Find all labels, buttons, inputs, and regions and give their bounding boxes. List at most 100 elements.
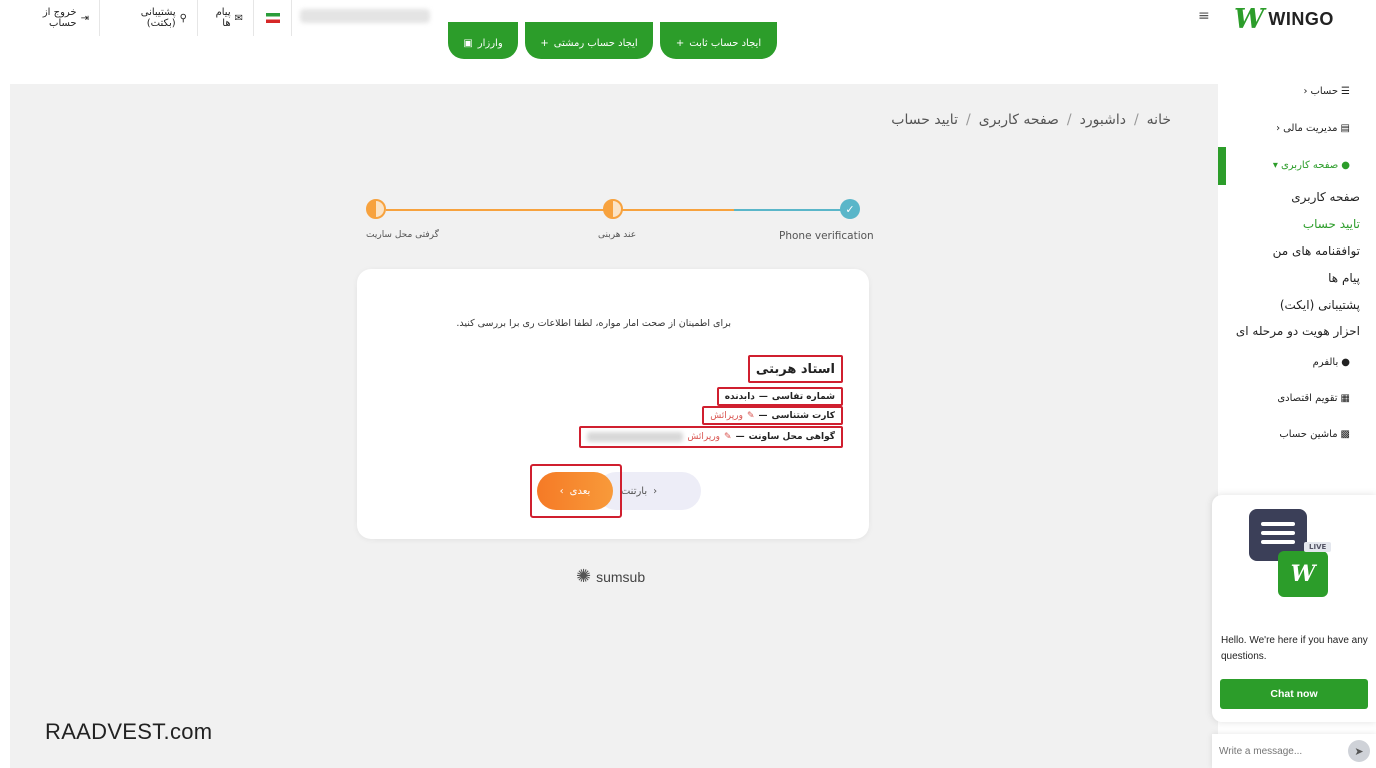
document-row-id: شماره تفاسی — دابدنده bbox=[716, 387, 843, 406]
user-icon: ● bbox=[1341, 160, 1350, 171]
pencil-icon: ✎ bbox=[746, 410, 755, 421]
sidebar-item-label: صفحه کاربری bbox=[1280, 160, 1339, 171]
sidebar-item-profile[interactable]: ● صفحه کاربری ▾ bbox=[1218, 160, 1376, 171]
plus-icon: + bbox=[540, 38, 549, 49]
sidebar-item-platform[interactable]: ● بالفرم bbox=[1218, 357, 1376, 368]
breadcrumb-home[interactable]: خانه bbox=[1147, 112, 1171, 128]
sidebar-subitem-agreements[interactable]: توافقنامه های من bbox=[1218, 244, 1376, 258]
open-demo-account-button[interactable]: + ایجاد حساب رمشتی bbox=[525, 22, 653, 59]
user-icon: ● bbox=[1341, 357, 1350, 368]
sidebar-item-account[interactable]: ☰ حساب ‹ bbox=[1218, 86, 1376, 97]
logout-icon: ⇥ bbox=[80, 12, 89, 24]
sidebar-subitem-messages[interactable]: پیام ها bbox=[1218, 271, 1376, 285]
live-chat-widget: W LIVE Hello. We're here if you have any… bbox=[1212, 495, 1376, 722]
sumsub-text: sumsub bbox=[596, 568, 646, 585]
sidebar-item-label: بالفرم bbox=[1312, 357, 1339, 368]
support-icon: ⚲ bbox=[179, 12, 187, 24]
messages-label: پیام ها bbox=[215, 7, 231, 29]
breadcrumb-separator: / bbox=[1133, 112, 1139, 128]
logo[interactable]: W WINGO bbox=[1234, 4, 1334, 35]
breadcrumb: خانه / داشبورد / صفحه کاربری / تایید حسا… bbox=[891, 112, 1171, 128]
sidebar-item-calendar[interactable]: ▦ تقویم اقتصادی bbox=[1218, 393, 1376, 404]
calendar-icon: ▦ bbox=[1340, 393, 1350, 404]
messages-button[interactable]: ✉ پیام ها bbox=[198, 0, 254, 36]
chevron-left-icon: ‹ bbox=[1303, 86, 1308, 97]
logo-mark: W bbox=[1234, 4, 1265, 35]
step-line bbox=[734, 209, 846, 211]
next-label: بعدی bbox=[569, 485, 591, 497]
chevron-down-icon: ▾ bbox=[1272, 160, 1278, 171]
step-2-indicator bbox=[603, 199, 623, 219]
logout-label: خروج از حساب bbox=[42, 7, 77, 29]
next-button[interactable]: بعدی › bbox=[537, 472, 613, 510]
sidebar-item-label: حساب bbox=[1310, 86, 1339, 97]
step-line bbox=[386, 209, 634, 211]
logout-button[interactable]: ⇥ خروج از حساب bbox=[10, 0, 100, 36]
step-1-label: Phone verification bbox=[779, 230, 874, 242]
language-selector[interactable] bbox=[254, 0, 292, 36]
deposit-icon: ▣ bbox=[463, 38, 473, 49]
row-value: دابدنده bbox=[724, 391, 755, 402]
support-label: پشتیبانی (بکتت) bbox=[140, 7, 176, 29]
document-title: استاد هربتی bbox=[755, 361, 835, 377]
document-row-address: گواهی محل ساونت — ✎ ورپرائش bbox=[579, 426, 843, 448]
step-3-label: گرفتی محل ساریت bbox=[366, 230, 439, 240]
chat-message-input[interactable] bbox=[1219, 746, 1339, 757]
document-row-idcard: کارت شتناسی — ✎ ورپرائش bbox=[702, 406, 843, 425]
row-label: کارت شتناسی bbox=[771, 410, 835, 421]
deposit-label: وارزار bbox=[477, 38, 503, 49]
row-label: گواهی محل ساونت bbox=[748, 432, 835, 442]
list-icon: ☰ bbox=[1341, 86, 1350, 97]
sidebar-subitem-2fa[interactable]: احزار هویت دو مرحله ای bbox=[1218, 324, 1376, 338]
previous-label: بارتنت bbox=[620, 485, 648, 497]
envelope-icon: ✉ bbox=[234, 12, 243, 24]
step-line bbox=[624, 209, 734, 211]
watermark: RAADVEST.com bbox=[45, 719, 213, 744]
chevron-right-icon: ‹ bbox=[653, 485, 658, 497]
step-3-indicator bbox=[366, 199, 386, 219]
open-real-label: ایجاد حساب ثابت bbox=[689, 38, 762, 49]
breadcrumb-separator: / bbox=[965, 112, 971, 128]
chevron-left-icon: › bbox=[559, 485, 564, 497]
breadcrumb-profile[interactable]: صفحه کاربری bbox=[979, 112, 1059, 128]
verification-stepper: ✓ گرفتی محل ساریت عند هربنی Phone verifi… bbox=[366, 198, 874, 248]
sumsub-icon: ✺ bbox=[576, 566, 592, 586]
live-badge: LIVE bbox=[1304, 542, 1332, 552]
plus-icon: + bbox=[675, 38, 685, 49]
sidebar-item-finance[interactable]: ▤ مدیریت مالی ‹ bbox=[1218, 123, 1376, 134]
breadcrumb-dashboard[interactable]: داشبورد bbox=[1080, 112, 1126, 128]
sidebar-item-calculator[interactable]: ▩ ماشین حساب bbox=[1218, 429, 1376, 440]
verification-card: برای اطمینان از صحت امار مواره، لطفا اطل… bbox=[357, 269, 869, 539]
send-icon[interactable]: ➤ bbox=[1348, 740, 1370, 762]
step-2-label: عند هربنی bbox=[598, 230, 637, 240]
sidebar-item-label: مدیریت مالی bbox=[1283, 123, 1338, 134]
sidebar-subitem-support[interactable]: پشتیبانی (ایکت) bbox=[1218, 298, 1376, 312]
iran-flag-icon bbox=[265, 13, 280, 23]
support-button[interactable]: ⚲ پشتیبانی (بکتت) bbox=[100, 0, 198, 36]
row-dash: — bbox=[758, 410, 768, 421]
wallet-icon: ▤ bbox=[1340, 123, 1350, 134]
sidebar-subitem-verify[interactable]: تایید حساب bbox=[1218, 217, 1376, 231]
sumsub-logo: ✺ sumsub bbox=[576, 566, 645, 587]
sidebar-item-label: ماشین حساب bbox=[1279, 429, 1338, 440]
row-dash: — bbox=[735, 432, 745, 442]
sidebar-subitem-profile[interactable]: صفحه کاربری bbox=[1218, 190, 1376, 204]
calculator-icon: ▩ bbox=[1340, 429, 1350, 440]
edit-link[interactable]: ورپرائش bbox=[710, 411, 743, 421]
sidebar-item-label: تقویم اقتصادی bbox=[1277, 393, 1338, 404]
edit-link[interactable]: ورپرائش bbox=[687, 432, 720, 442]
pencil-icon: ✎ bbox=[724, 432, 732, 442]
row-label: شماره تفاسی bbox=[771, 391, 835, 402]
chat-message-bar: ➤ bbox=[1212, 734, 1376, 768]
user-email-blurred bbox=[300, 9, 430, 23]
row-dash: — bbox=[758, 391, 768, 402]
intro-text: برای اطمینان از صحت امار مواره، لطفا اطل… bbox=[456, 318, 731, 329]
open-real-account-button[interactable]: + ایجاد حساب ثابت bbox=[660, 22, 777, 59]
step-1-check-icon: ✓ bbox=[840, 199, 860, 219]
deposit-button[interactable]: ▣ وارزار bbox=[448, 22, 518, 59]
chat-greeting: Hello. We're here if you have any questi… bbox=[1221, 635, 1368, 662]
chevron-left-icon: ‹ bbox=[1276, 123, 1281, 134]
menu-toggle-icon[interactable]: ≡ bbox=[1198, 8, 1210, 24]
chat-now-button[interactable]: Chat now bbox=[1220, 679, 1368, 709]
document-title-box: استاد هربتی bbox=[747, 355, 843, 383]
